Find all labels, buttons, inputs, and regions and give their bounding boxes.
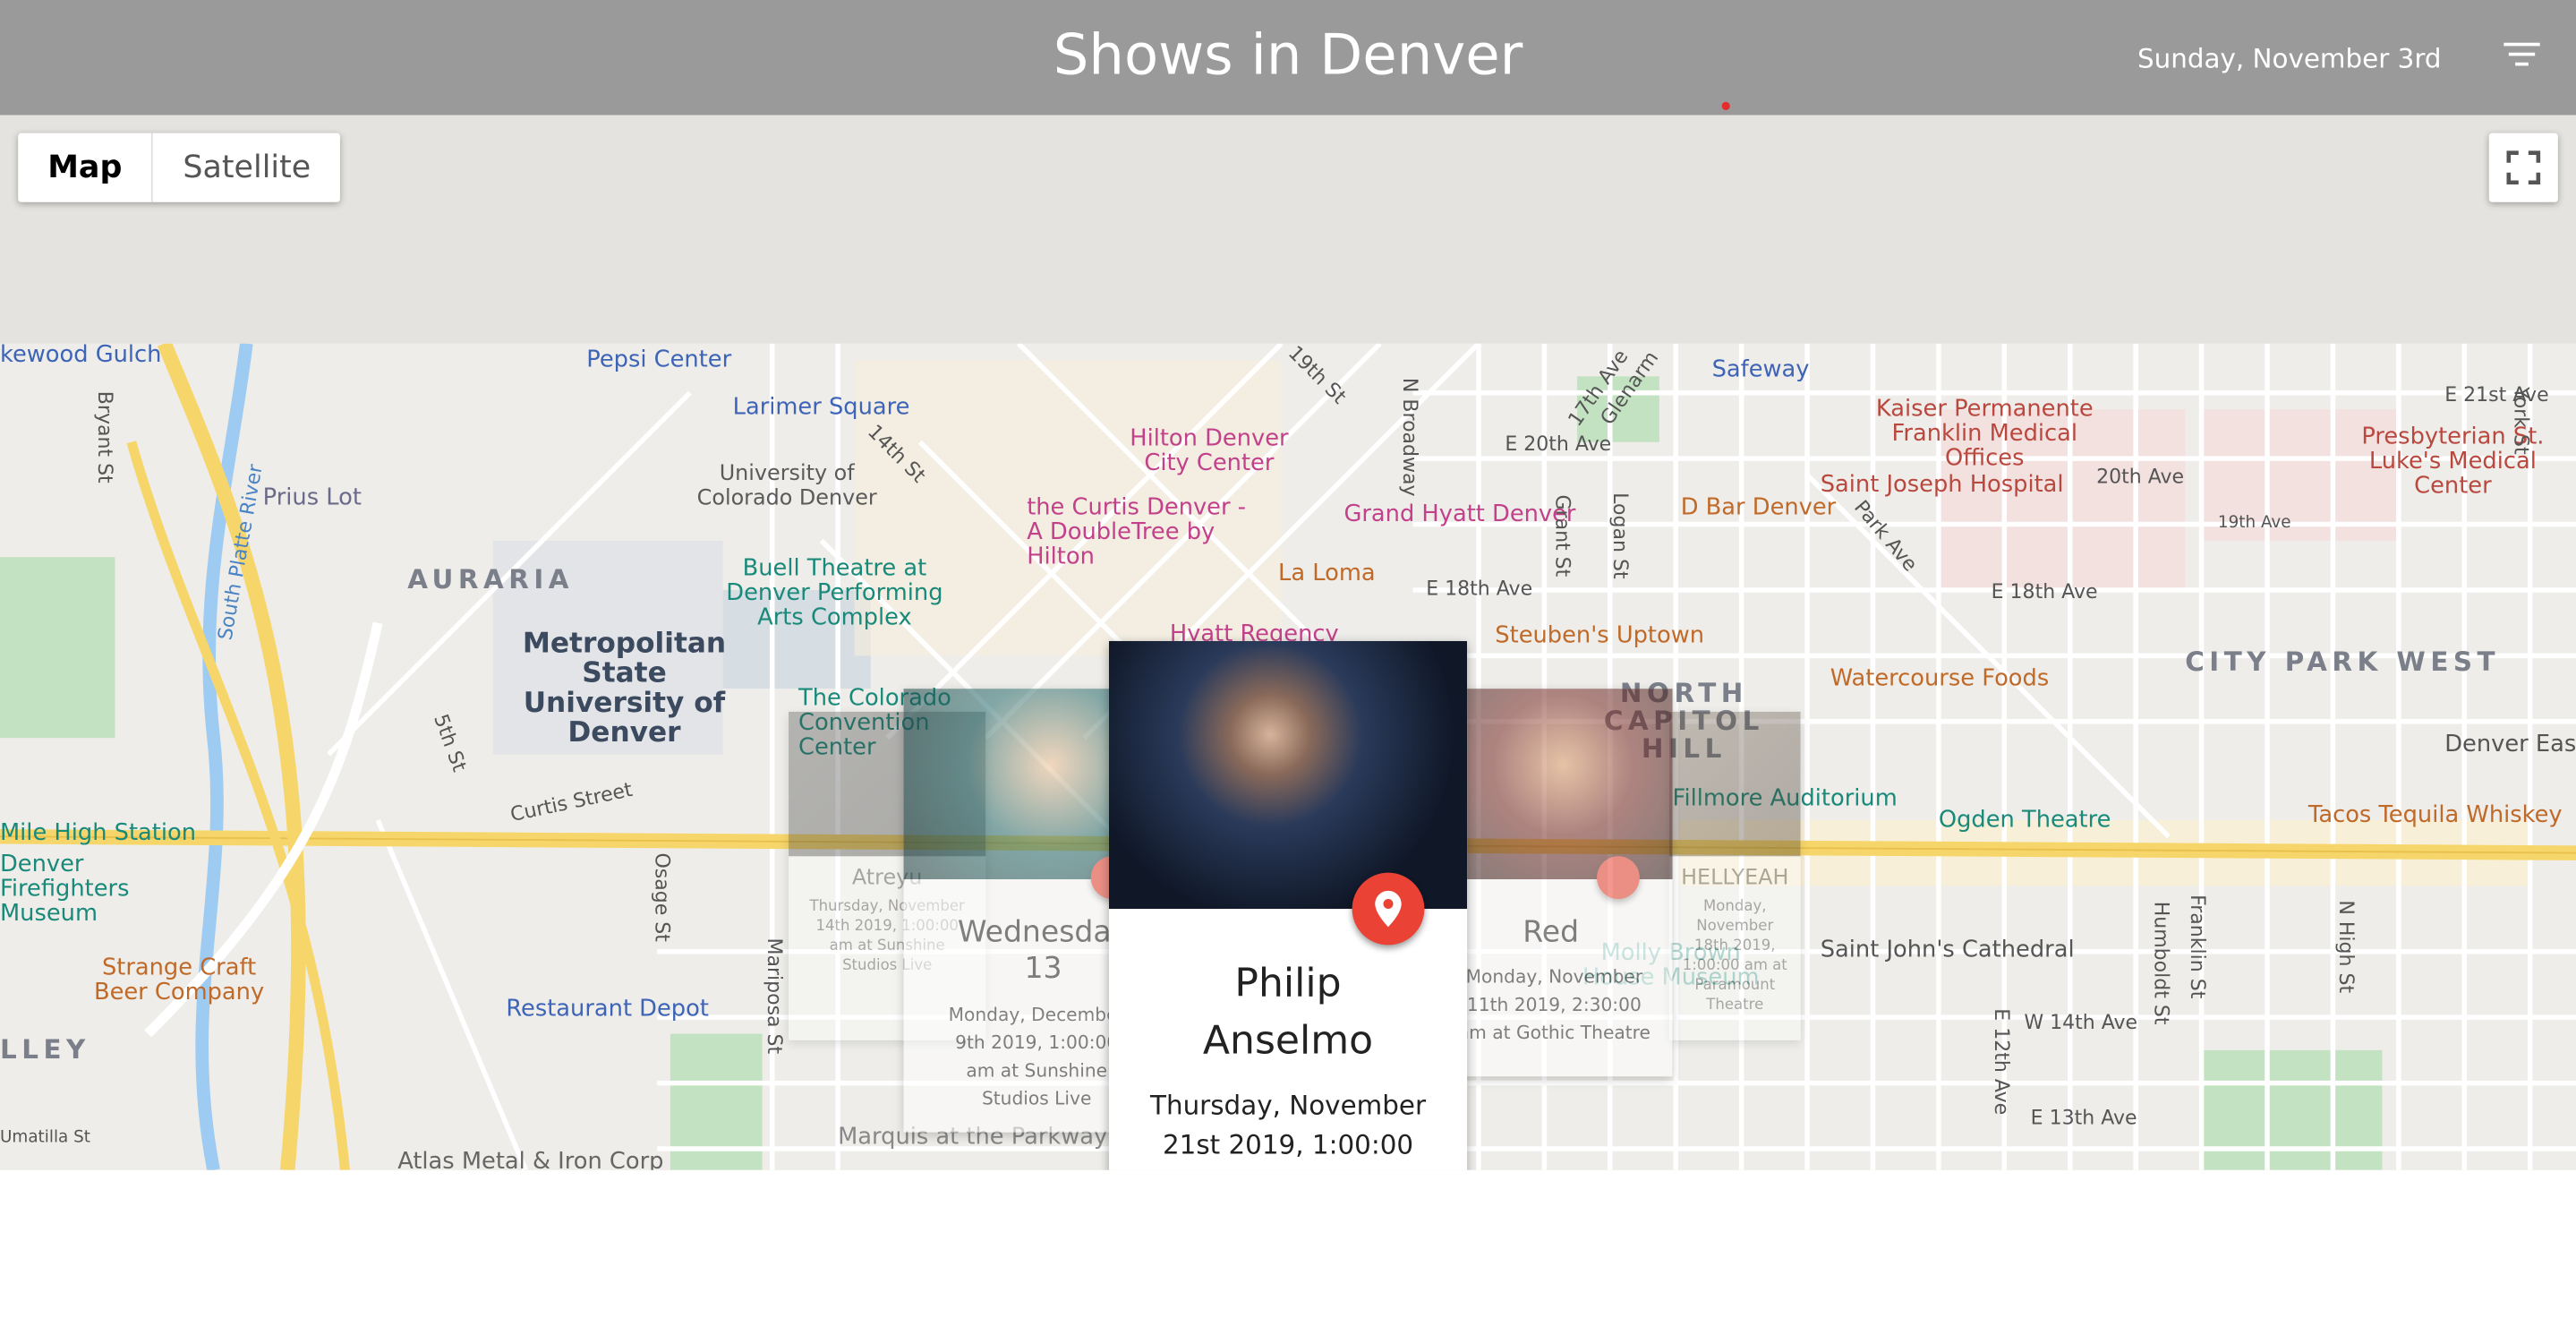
loading-indicator-dot <box>1721 101 1730 110</box>
fullscreen-button[interactable] <box>2488 133 2558 202</box>
filter-list-icon[interactable] <box>2501 42 2540 73</box>
place-label[interactable]: D Bar Denver <box>1681 494 1837 520</box>
app-root: Shows in Denver Sunday, November 3rd AUR… <box>0 0 2576 1317</box>
street-label: E 21st Ave <box>2444 382 2549 407</box>
place-label[interactable]: University of Colorado Denver <box>696 462 877 511</box>
artist-photo <box>1668 711 1801 857</box>
street-label: N Broadway <box>1398 377 1421 497</box>
place-label[interactable]: Watercourse Foods <box>1830 665 2049 691</box>
place-label[interactable]: Larimer Square <box>733 395 910 421</box>
street-label: 20th Ave <box>2096 465 2185 489</box>
street-label: Osage St <box>651 852 674 942</box>
place-label[interactable]: Buell Theatre at Denver Performing Arts … <box>704 556 967 631</box>
street-label: N High St <box>2334 900 2358 994</box>
fullscreen-icon <box>2506 150 2541 185</box>
place-label[interactable]: Atlas Metal & Iron Corp <box>397 1149 663 1170</box>
street-label: Grant St <box>1550 494 1574 578</box>
place-label[interactable]: Denver Firefighters Museum <box>0 852 129 928</box>
current-date: Sunday, November 3rd <box>2137 42 2442 74</box>
street-label: E 12th Ave <box>1990 1008 2014 1116</box>
place-label[interactable]: Saint Joseph Hospital <box>1821 472 2064 498</box>
place-label[interactable]: La Loma <box>1278 561 1376 586</box>
place-label[interactable]: Metropolitan State University of Denver <box>523 629 727 748</box>
street-label: Franklin St <box>2186 894 2210 999</box>
event-datetime: Thursday, November 21st 2019, 1:00:00 am <box>1150 1089 1427 1170</box>
place-label[interactable]: Kaiser Permanente Franklin Medical Offic… <box>1853 397 2116 472</box>
street-label: E 18th Ave <box>1426 577 1533 600</box>
place-label[interactable]: Prius Lot <box>263 484 362 510</box>
map-type-control: Map Satellite <box>18 133 341 202</box>
map-type-map-button[interactable]: Map <box>18 133 154 202</box>
place-label[interactable]: Pepsi Center <box>586 347 731 372</box>
street-label: Umatilla St <box>0 1128 91 1148</box>
place-label[interactable]: Safeway <box>1712 356 1810 382</box>
place-label[interactable]: Restaurant Depot <box>506 996 709 1022</box>
place-label[interactable]: Ogden Theatre <box>1939 807 2111 833</box>
street-label: Mariposa St <box>763 937 786 1055</box>
location-pin-icon[interactable] <box>1352 872 1425 946</box>
place-label[interactable]: Steuben's Uptown <box>1495 623 1704 649</box>
map-type-satellite-button[interactable]: Satellite <box>153 133 340 202</box>
street-label: Logan St <box>1608 492 1633 579</box>
place-label[interactable]: Mile High Station <box>0 820 196 846</box>
app-header: Shows in Denver Sunday, November 3rd <box>0 0 2576 117</box>
street-label: E 20th Ave <box>1505 432 1612 456</box>
street-label: E 18th Ave <box>1991 579 2098 603</box>
place-label[interactable]: the Curtis Denver - A DoubleTree by Hilt… <box>1027 495 1257 570</box>
place-label[interactable]: Presbyterian St. Luke's Medical Center <box>2330 424 2576 500</box>
place-label[interactable]: Grand Hyatt Denver <box>1343 501 1575 527</box>
page-footer-space <box>0 1169 2576 1317</box>
map-area-label: LLEY <box>0 1033 90 1066</box>
street-label: Bryant St <box>93 390 117 484</box>
street-label: W 14th Ave <box>2024 1010 2138 1034</box>
map-marker-icon <box>1375 890 1402 928</box>
street-label: Humboldt St <box>2149 901 2173 1025</box>
place-label[interactable]: Strange Craft Beer Company <box>89 955 269 1006</box>
event-card-selected[interactable]: Philip Anselmo Thursday, November 21st 2… <box>1108 640 1468 1170</box>
event-card[interactable]: HELLYEAH Monday, November 18th 2019, 1:0… <box>1668 711 1801 1040</box>
place-label[interactable]: kewood Gulch <box>0 344 165 369</box>
place-label[interactable]: Tacos Tequila Whiskey <box>2308 802 2563 828</box>
street-label: E 13th Ave <box>2030 1106 2137 1129</box>
map-tiles[interactable]: AURARIA CITY PARK WEST NORTH CAPITOL HIL… <box>0 343 2576 1170</box>
street-label: 19th Ave <box>2217 514 2291 533</box>
street-label: York St <box>2509 387 2533 455</box>
place-label[interactable]: Denver East <box>2444 732 2576 757</box>
place-label[interactable]: Saint John's Cathedral <box>1821 937 2075 963</box>
map-area-label: CITY PARK WEST <box>2185 646 2501 678</box>
map-area-label: AURARIA <box>407 563 575 595</box>
map-container[interactable]: AURARIA CITY PARK WEST NORTH CAPITOL HIL… <box>0 115 2576 1170</box>
place-label[interactable]: Hilton Denver City Center <box>1127 426 1292 476</box>
artist-name: HELLYEAH <box>1681 866 1789 891</box>
event-datetime: Monday, November 18th 2019, 1:00:00 am a… <box>1682 899 1787 1014</box>
location-pin-icon[interactable] <box>1597 856 1640 900</box>
artist-photo <box>1108 640 1468 946</box>
